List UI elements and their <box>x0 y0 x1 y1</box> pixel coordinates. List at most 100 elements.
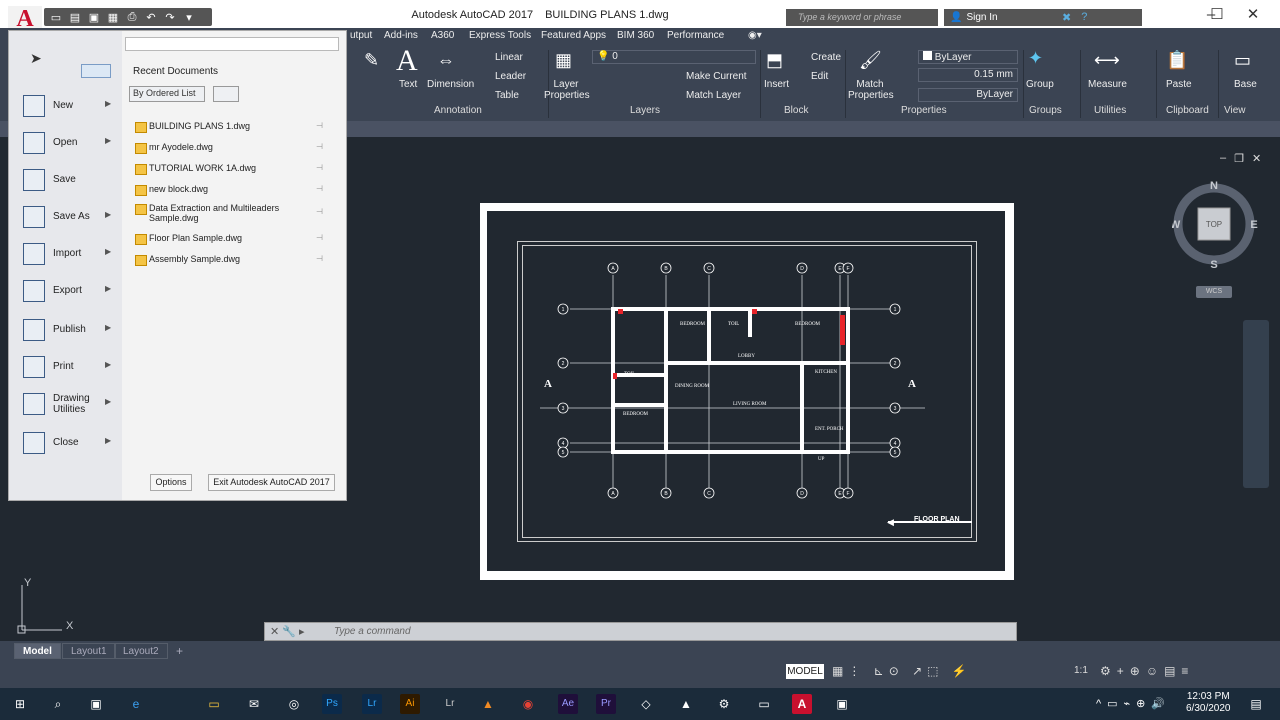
pin-icon[interactable]: ⊣ <box>316 142 323 151</box>
recent-document[interactable]: mr Ayodele.dwg <box>135 142 335 154</box>
paste-button[interactable]: Paste <box>1166 79 1192 90</box>
annotation-panel-label[interactable]: Annotation <box>434 105 482 116</box>
viewcube[interactable]: TOP N S W E <box>1172 180 1258 280</box>
tab-express-tools[interactable]: Express Tools <box>469 30 531 41</box>
paste-icon[interactable]: 📋 <box>1166 50 1188 71</box>
clipboard-panel-label[interactable]: Clipboard <box>1166 105 1209 116</box>
qprint-icon[interactable]: ⎙ <box>124 11 140 24</box>
menu-print[interactable]: Print ▶ <box>9 352 122 382</box>
media-icon[interactable]: ◎ <box>284 694 304 714</box>
qat-dropdown-icon[interactable]: ▾ <box>181 11 197 24</box>
group-button[interactable]: Group <box>1026 79 1054 90</box>
pin-icon[interactable]: ⊣ <box>316 254 323 263</box>
base-button[interactable]: Base <box>1234 79 1257 90</box>
after-effects-icon[interactable]: Ae <box>558 694 578 714</box>
group-icon[interactable]: ✦ <box>1028 48 1043 69</box>
search-icon[interactable]: ⌕ <box>48 694 68 714</box>
mail-icon[interactable]: ✉ <box>244 694 264 714</box>
viewport-restore-icon[interactable]: ❐ <box>1234 152 1244 165</box>
status-tools[interactable]: ⚙+⊕☺▤≡ <box>1100 664 1194 678</box>
menu-save[interactable]: Save <box>9 165 122 195</box>
menu-publish[interactable]: Publish ▶ <box>9 315 122 345</box>
command-close-icon[interactable]: ✕ 🔧 ▸ <box>270 625 305 638</box>
pin-icon[interactable]: ⊣ <box>316 184 323 193</box>
menu-export[interactable]: Export ▶ <box>9 276 122 306</box>
viewport-minimize-icon[interactable]: – <box>1220 152 1226 165</box>
taskbar-clock[interactable]: 12:03 PM 6/30/2020 <box>1186 691 1231 715</box>
qopen-icon[interactable]: ▤ <box>67 11 83 24</box>
display-icons-dropdown[interactable] <box>213 86 239 102</box>
layer-dropdown[interactable]: 💡 0 <box>592 50 756 64</box>
menu-close[interactable]: Close ▶ <box>9 428 122 458</box>
options-button[interactable]: Options <box>150 474 192 491</box>
recent-document[interactable]: Data Extraction and Multileaders Sample.… <box>135 203 295 223</box>
tab-layout1[interactable]: Layout1 <box>62 643 116 659</box>
autocad-taskbar-icon[interactable]: A <box>792 694 812 714</box>
system-tray[interactable]: ^▭⌁⊕🔊 <box>1096 697 1171 710</box>
exit-autocad-button[interactable]: Exit Autodesk AutoCAD 2017 <box>208 474 335 491</box>
lineweight-dropdown[interactable]: 0.15 mm <box>918 68 1018 82</box>
recent-view-icons[interactable] <box>81 64 111 78</box>
task-view-icon[interactable]: ▣ <box>86 694 106 714</box>
tab-output[interactable]: utput <box>350 30 372 41</box>
text-button[interactable]: Text <box>399 79 417 90</box>
base-view-icon[interactable]: ▭ <box>1234 50 1251 71</box>
leader-button[interactable]: Leader <box>495 71 526 82</box>
insert-icon[interactable]: ⬒ <box>766 50 783 71</box>
tab-bim-360[interactable]: BIM 360 <box>617 30 654 41</box>
table-button[interactable]: Table <box>495 90 519 101</box>
block-panel-label[interactable]: Block <box>784 105 808 116</box>
insert-button[interactable]: Insert <box>764 79 789 90</box>
notifications-icon[interactable]: ▤ <box>1246 694 1266 714</box>
maximize-button[interactable]: ☐ <box>1202 4 1232 26</box>
menu-open[interactable]: Open ▶ <box>9 128 122 158</box>
command-input[interactable]: Type a command <box>334 626 411 637</box>
qnew-icon[interactable]: ▭ <box>48 11 64 24</box>
pin-icon[interactable]: ⊣ <box>316 233 323 242</box>
tab-layout2[interactable]: Layout2 <box>114 643 168 659</box>
pin-icon[interactable]: ⊣ <box>316 163 323 172</box>
text-icon[interactable]: A <box>396 44 418 78</box>
menu-new[interactable]: New ▶ <box>9 91 122 121</box>
compass-east[interactable]: E <box>1250 219 1257 231</box>
tab-a360[interactable]: A360 <box>431 30 454 41</box>
linear-button[interactable]: Linear <box>495 52 523 63</box>
edit-block-button[interactable]: Edit <box>811 71 828 82</box>
dimension-button[interactable]: Dimension <box>427 79 474 90</box>
menu-import[interactable]: Import ▶ <box>9 239 122 269</box>
redo-icon[interactable]: ↷ <box>162 11 178 24</box>
premiere-icon[interactable]: Pr <box>596 694 616 714</box>
pin-icon[interactable]: ⊣ <box>316 207 323 216</box>
vlc-icon[interactable]: ▲ <box>478 694 498 714</box>
menu-search-input[interactable] <box>125 37 339 51</box>
windows-start-icon[interactable]: ⊞ <box>10 694 30 714</box>
chrome-icon[interactable]: ◉ <box>518 694 538 714</box>
recent-document[interactable]: Assembly Sample.dwg <box>135 254 335 266</box>
compass-north[interactable]: N <box>1210 180 1218 192</box>
illustrator-icon[interactable]: Ai <box>400 694 420 714</box>
match-properties-icon[interactable]: 🖌 <box>859 50 882 71</box>
app-icon[interactable]: ▭ <box>754 694 774 714</box>
qsaveas-icon[interactable]: ▦ <box>105 11 121 24</box>
photoshop-icon[interactable]: Ps <box>322 694 342 714</box>
exchange-icon[interactable]: ✖ <box>1062 11 1071 24</box>
edge-icon[interactable]: e <box>126 694 146 714</box>
tab-model[interactable]: Model <box>14 643 61 659</box>
groups-panel-label[interactable]: Groups <box>1029 105 1062 116</box>
properties-panel-label[interactable]: Properties <box>901 105 947 116</box>
layers-panel-label[interactable]: Layers <box>630 105 660 116</box>
wcs-menu[interactable]: WCS <box>1196 286 1232 298</box>
tab-featured-apps[interactable]: Featured Apps <box>541 30 606 41</box>
linetype-dropdown[interactable]: ByLayer <box>918 88 1018 102</box>
annotation-scale[interactable]: 1:1 <box>1074 665 1088 676</box>
qsave-icon[interactable]: ▣ <box>86 11 102 24</box>
floor-plan-drawing[interactable]: BEDROOM TOIL BEDROOM LOBBY TOIL DINING R… <box>530 255 970 515</box>
recent-document[interactable]: new block.dwg <box>135 184 335 196</box>
recent-document[interactable]: BUILDING PLANS 1.dwg <box>135 121 335 133</box>
status-toggles[interactable]: ▦⋮ ⊾⊙ ↗⬚ ⚡ <box>832 664 972 678</box>
add-layout-icon[interactable]: + <box>176 644 183 658</box>
pin-icon[interactable]: ⊣ <box>316 121 323 130</box>
recent-document[interactable]: Floor Plan Sample.dwg <box>135 233 335 245</box>
lightroom-classic-icon[interactable]: Lr <box>440 694 460 714</box>
measure-icon[interactable]: ⟷ <box>1094 50 1120 71</box>
